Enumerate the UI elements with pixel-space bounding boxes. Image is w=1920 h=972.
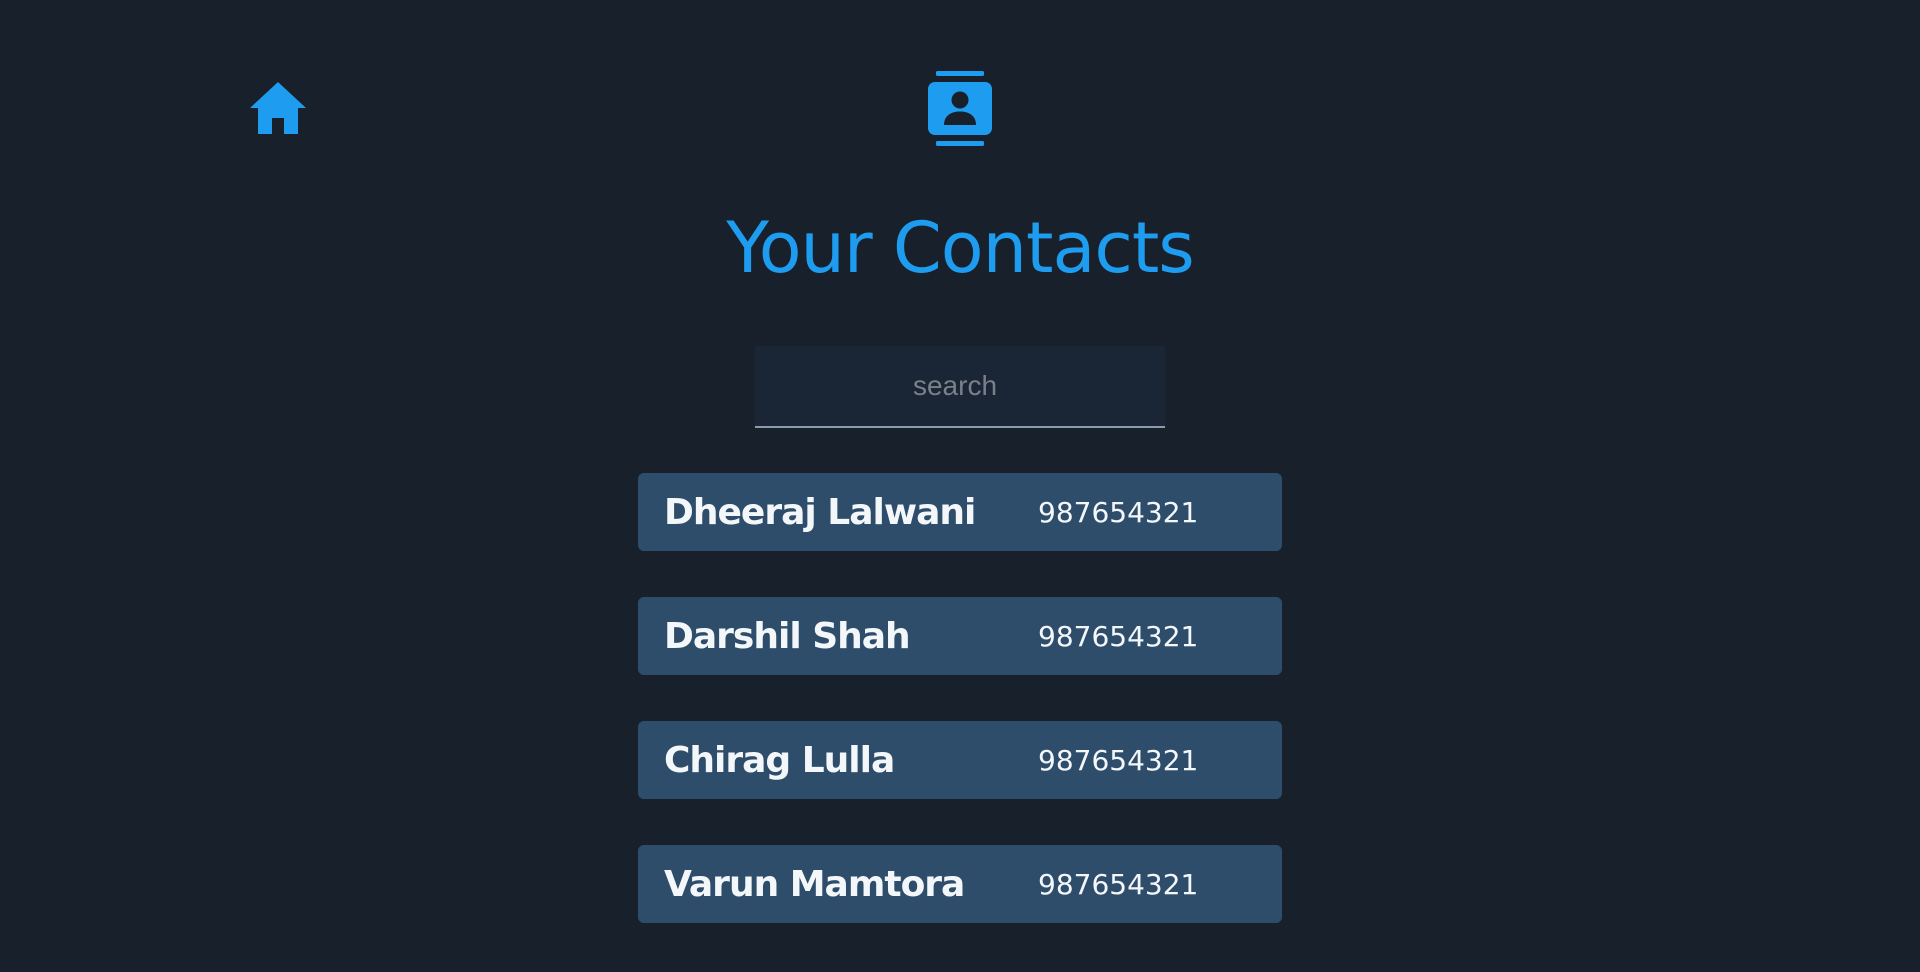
contact-phone: 987654321: [1038, 619, 1199, 653]
contact-item[interactable]: Varun Mamtora 987654321: [638, 845, 1282, 923]
contact-phone: 987654321: [1038, 867, 1199, 901]
contact-item[interactable]: Dheeraj Lalwani 987654321: [638, 473, 1282, 551]
search-input[interactable]: [755, 346, 1165, 426]
contact-book-icon: [928, 71, 992, 146]
contact-name: Dheeraj Lalwani: [664, 491, 976, 533]
contact-name: Darshil Shah: [664, 615, 911, 657]
page-title: Your Contacts: [726, 207, 1195, 289]
contact-phone: 987654321: [1038, 743, 1199, 777]
contact-list: Dheeraj Lalwani 987654321 Darshil Shah 9…: [638, 473, 1282, 969]
contact-phone: 987654321: [1038, 495, 1199, 529]
contacts-page: Your Contacts Dheeraj Lalwani 987654321 …: [0, 0, 1920, 972]
contact-name: Varun Mamtora: [664, 863, 965, 905]
home-button[interactable]: [248, 80, 308, 136]
search-box: [755, 346, 1165, 428]
contact-item[interactable]: Chirag Lulla 987654321: [638, 721, 1282, 799]
home-icon: [250, 82, 306, 134]
contact-name: Chirag Lulla: [664, 739, 895, 781]
contact-item[interactable]: Darshil Shah 987654321: [638, 597, 1282, 675]
